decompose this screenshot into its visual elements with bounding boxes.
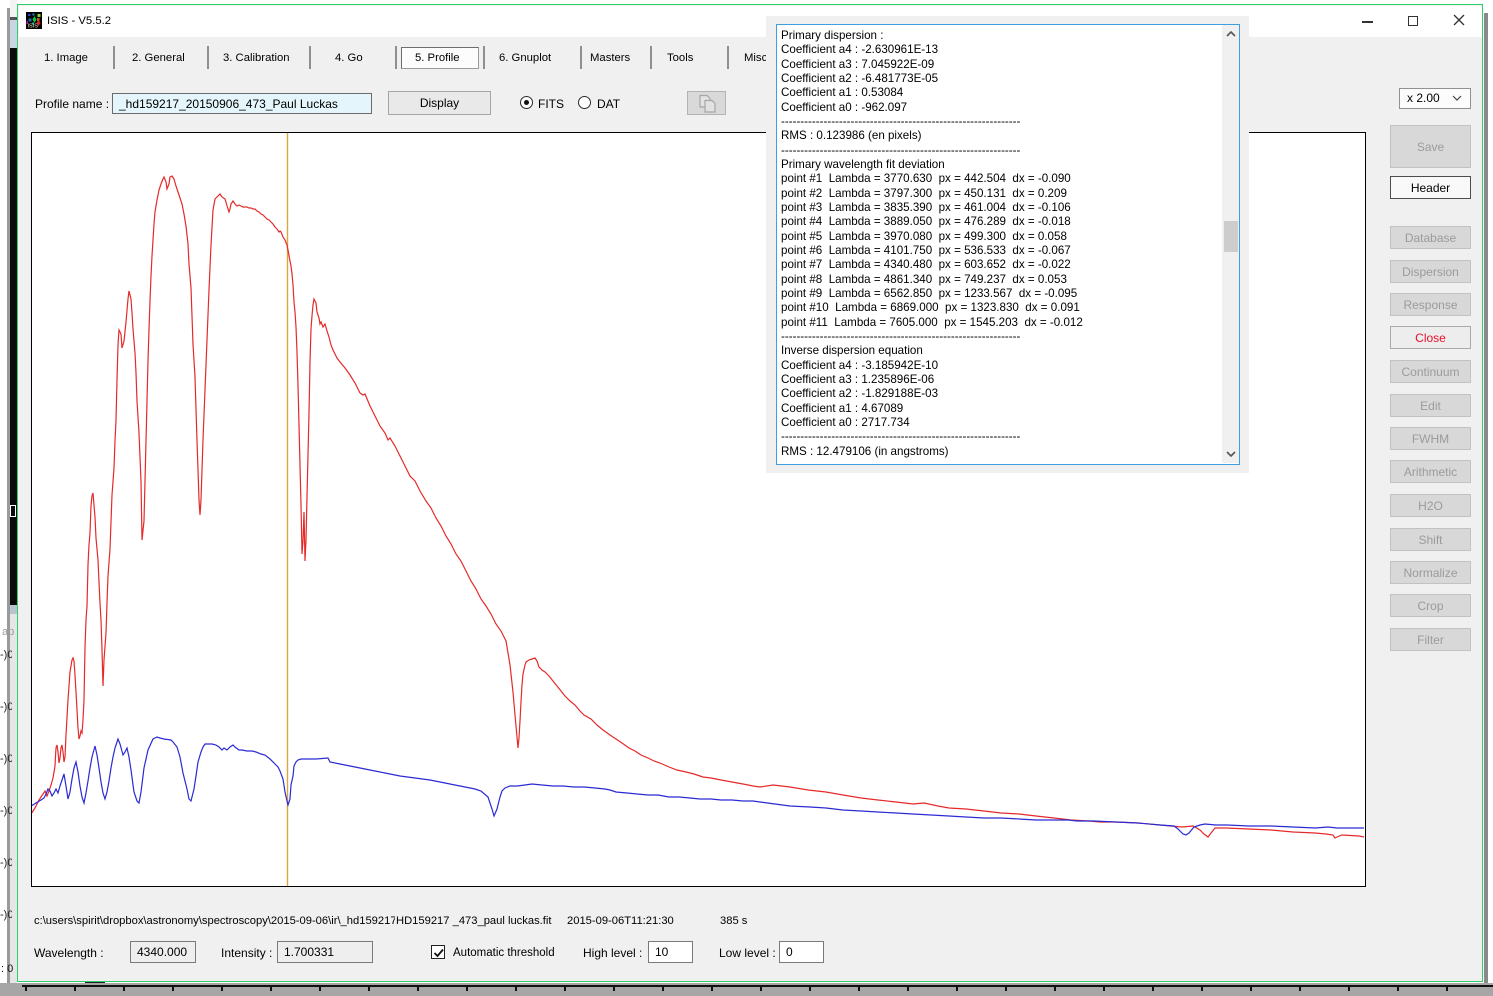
svg-text:ISIS: ISIS xyxy=(28,24,39,30)
